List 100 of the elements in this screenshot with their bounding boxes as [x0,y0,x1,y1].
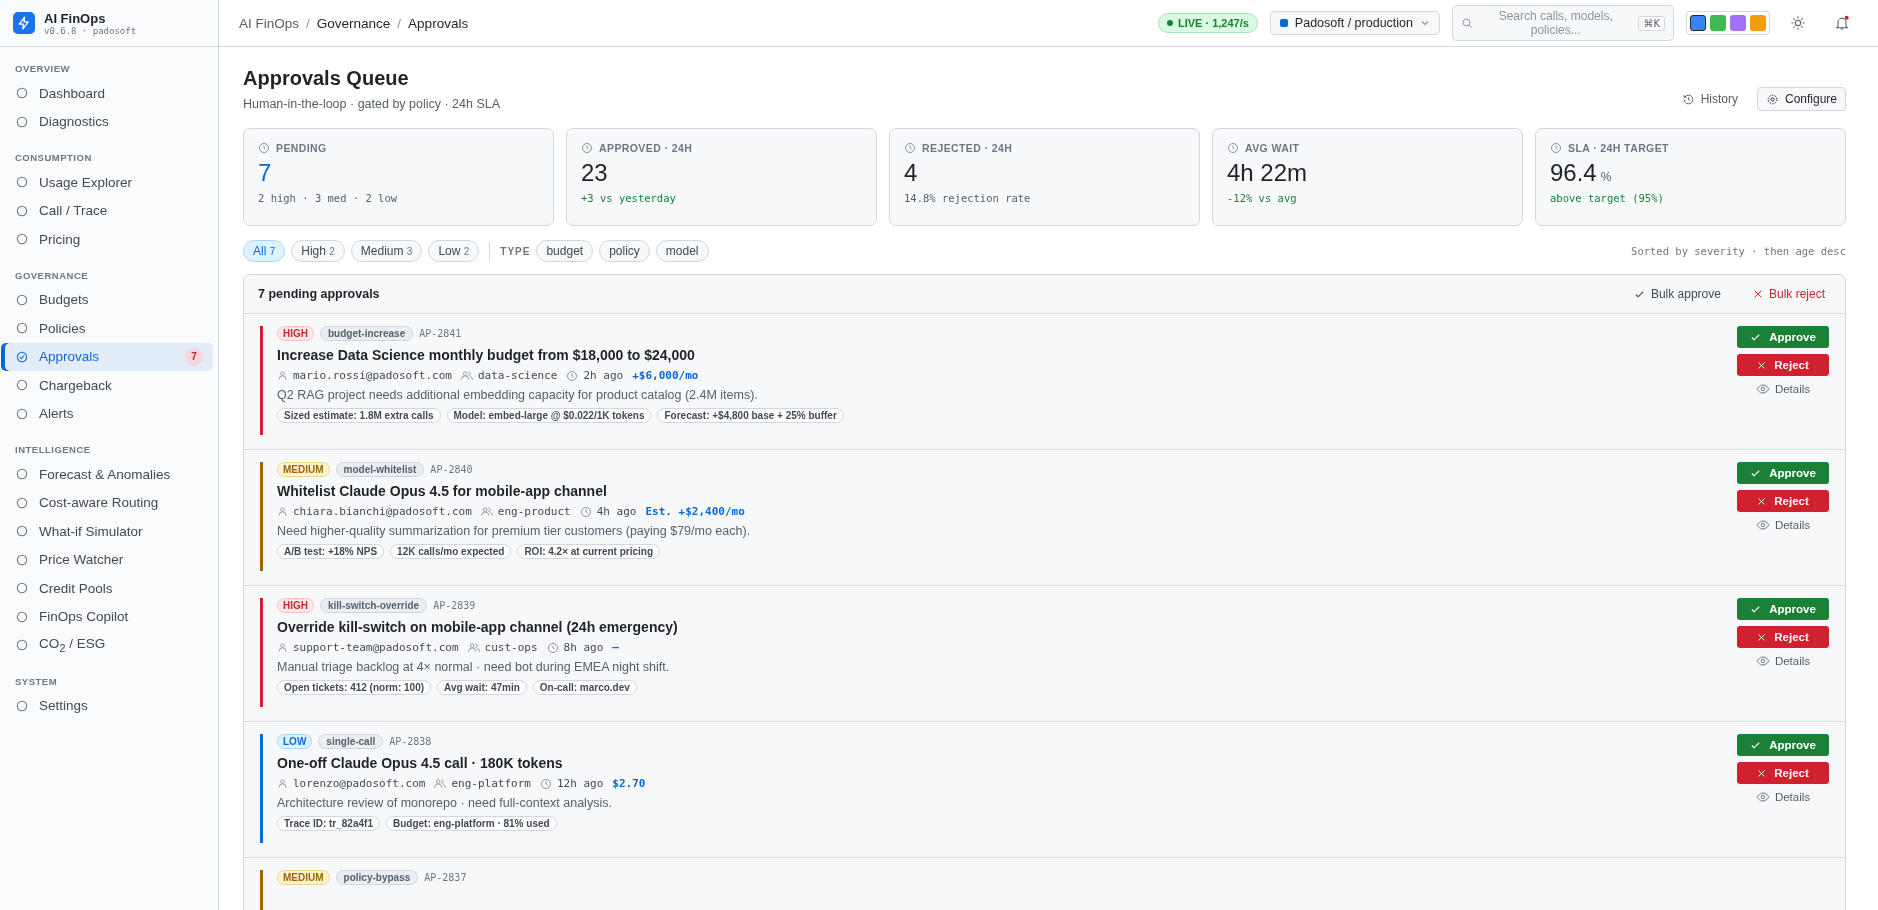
notification-bell-icon[interactable] [1834,15,1850,31]
sidebar-item[interactable]: FinOps Copilot [5,602,213,631]
color-swatch[interactable] [1750,15,1766,31]
sidebar-item[interactable]: Policies [5,314,213,343]
clock-icon [579,505,592,518]
sidebar-item[interactable]: Dashboard [5,79,213,108]
approve-button[interactable]: Approve [1737,326,1829,348]
people-icon [480,506,493,517]
stat-detail: -12% vs avg [1227,192,1298,204]
request-age: 4h ago [596,505,637,518]
requester: chiara.bianchi@padosoft.com [293,505,472,518]
page-subtitle: Human-in-the-loop · gated by policy · 24h SLA [243,97,501,111]
filter-chip[interactable]: Low 2 [428,240,480,262]
details-button[interactable]: Details [1749,654,1817,668]
nav-icon [15,698,29,713]
details-button[interactable]: Details [1749,790,1817,804]
live-status-badge: LIVE · 1,247/s [1157,13,1258,33]
app-version: v0.6.8 · padosoft [44,25,137,36]
context-tag: Open tickets: 412 (norm: 100) [277,680,432,695]
check-icon [1750,467,1762,479]
sidebar-item[interactable]: Cost-aware Routing [5,488,213,517]
filter-chip[interactable]: budget [536,240,594,262]
search-field[interactable]: Search calls, models, policies... ⌘K [1452,5,1674,41]
breadcrumb-link[interactable]: Governance [316,15,391,31]
stat-icon [258,142,270,154]
bulk-reject-button[interactable]: Bulk reject [1746,286,1831,302]
logo-icon [13,12,35,34]
context-tag: 12K calls/mo expected [390,544,512,559]
filter-chip[interactable]: model [655,240,709,262]
list-title: 7 pending approvals [258,287,381,301]
nav-icon [15,495,29,510]
team: data-science [477,369,558,382]
sidebar-item[interactable]: Pricing [5,225,213,254]
severity-badge: LOW [277,734,313,749]
filter-chip[interactable]: policy [599,240,650,262]
sidebar-item[interactable]: CO$_{2}$ / ESG [5,631,213,660]
configure-button[interactable]: Configure [1756,87,1846,111]
request-description: Manual triage backlog at 4× normal · need bot during EMEA night shift. [277,660,671,674]
check-icon [1750,603,1762,615]
filter-chip[interactable]: Medium 3 [350,240,423,262]
sidebar-item[interactable]: Diagnostics [5,107,213,136]
reject-button[interactable]: Reject [1737,354,1829,376]
context-tag: Avg wait: 47min [437,680,527,695]
clock-icon [566,369,579,382]
request-description: Q2 RAG project needs additional embedding capacity for product catalog (2.4M items). [277,388,759,402]
reject-button[interactable]: Reject [1737,762,1829,784]
sidebar-item[interactable]: Alerts [5,399,213,428]
sidebar-item[interactable]: What-if Simulator [5,517,213,546]
nav-icon [15,292,29,307]
request-type-tag: model-whitelist [335,462,425,477]
nav-icon [15,175,29,190]
details-button[interactable]: Details [1749,518,1817,532]
approve-button[interactable]: Approve [1737,598,1829,620]
nav-icon [15,378,29,393]
square-icon [1279,19,1288,27]
reject-button[interactable]: Reject [1737,626,1829,648]
settings-icon [1765,92,1779,106]
breadcrumb-link[interactable]: Approvals [408,15,469,31]
approve-button[interactable]: Approve [1737,462,1829,484]
color-swatch[interactable] [1690,15,1706,31]
nav-icon [15,467,29,482]
color-swatch[interactable] [1710,15,1726,31]
bulk-approve-button[interactable]: Bulk approve [1627,286,1727,302]
sidebar-item[interactable]: Budgets [5,285,213,314]
nav-icon [15,232,29,247]
context-tag: ROI: 4.2× at current pricing [517,544,661,559]
request-title: Whitelist Claude Opus 4.5 for mobile-app channel [277,483,608,499]
request-type-tag: single-call [318,734,384,749]
approve-button[interactable]: Approve [1737,734,1829,756]
color-swatch[interactable] [1730,15,1746,31]
stat-value: 4h 22m [1227,159,1308,187]
sidebar-item[interactable]: Call / Trace [5,196,213,225]
workspace-selector[interactable]: Padosoft / production [1269,11,1440,35]
filter-chip[interactable]: All 7 [243,240,286,262]
people-icon [434,778,447,789]
search-icon [1461,17,1473,29]
team: cust-ops [484,641,538,654]
sidebar-item[interactable]: Chargeback [5,371,213,400]
request-type-tag: kill-switch-override [320,598,428,613]
sun-icon[interactable] [1790,15,1806,31]
request-id: AP-2838 [389,736,432,747]
close-icon [1757,768,1767,778]
stat-label: AVG WAIT [1245,142,1300,154]
people-icon [460,370,473,381]
sidebar-item[interactable]: Forecast & Anomalies [5,460,213,489]
sidebar-item[interactable]: Usage Explorer [5,168,213,197]
sidebar-item[interactable]: Credit Pools [5,574,213,603]
reject-button[interactable]: Reject [1737,490,1829,512]
breadcrumb-separator: / [397,15,402,31]
context-tag: A/B test: +18% NPS [277,544,385,559]
sidebar-item[interactable]: Price Watcher [5,545,213,574]
details-button[interactable]: Details [1749,382,1817,396]
filter-chip[interactable]: High 2 [291,240,345,262]
context-tag: Model: embed-large @ $0.022/1K tokens [446,408,652,423]
request-id: AP-2837 [424,872,467,883]
stat-label: REJECTED · 24H [922,142,1013,154]
history-button[interactable]: History [1672,87,1747,111]
sidebar-item[interactable]: Settings [5,691,213,720]
breadcrumb-separator: / [306,15,310,31]
breadcrumb-link[interactable]: AI FinOps [239,15,300,31]
